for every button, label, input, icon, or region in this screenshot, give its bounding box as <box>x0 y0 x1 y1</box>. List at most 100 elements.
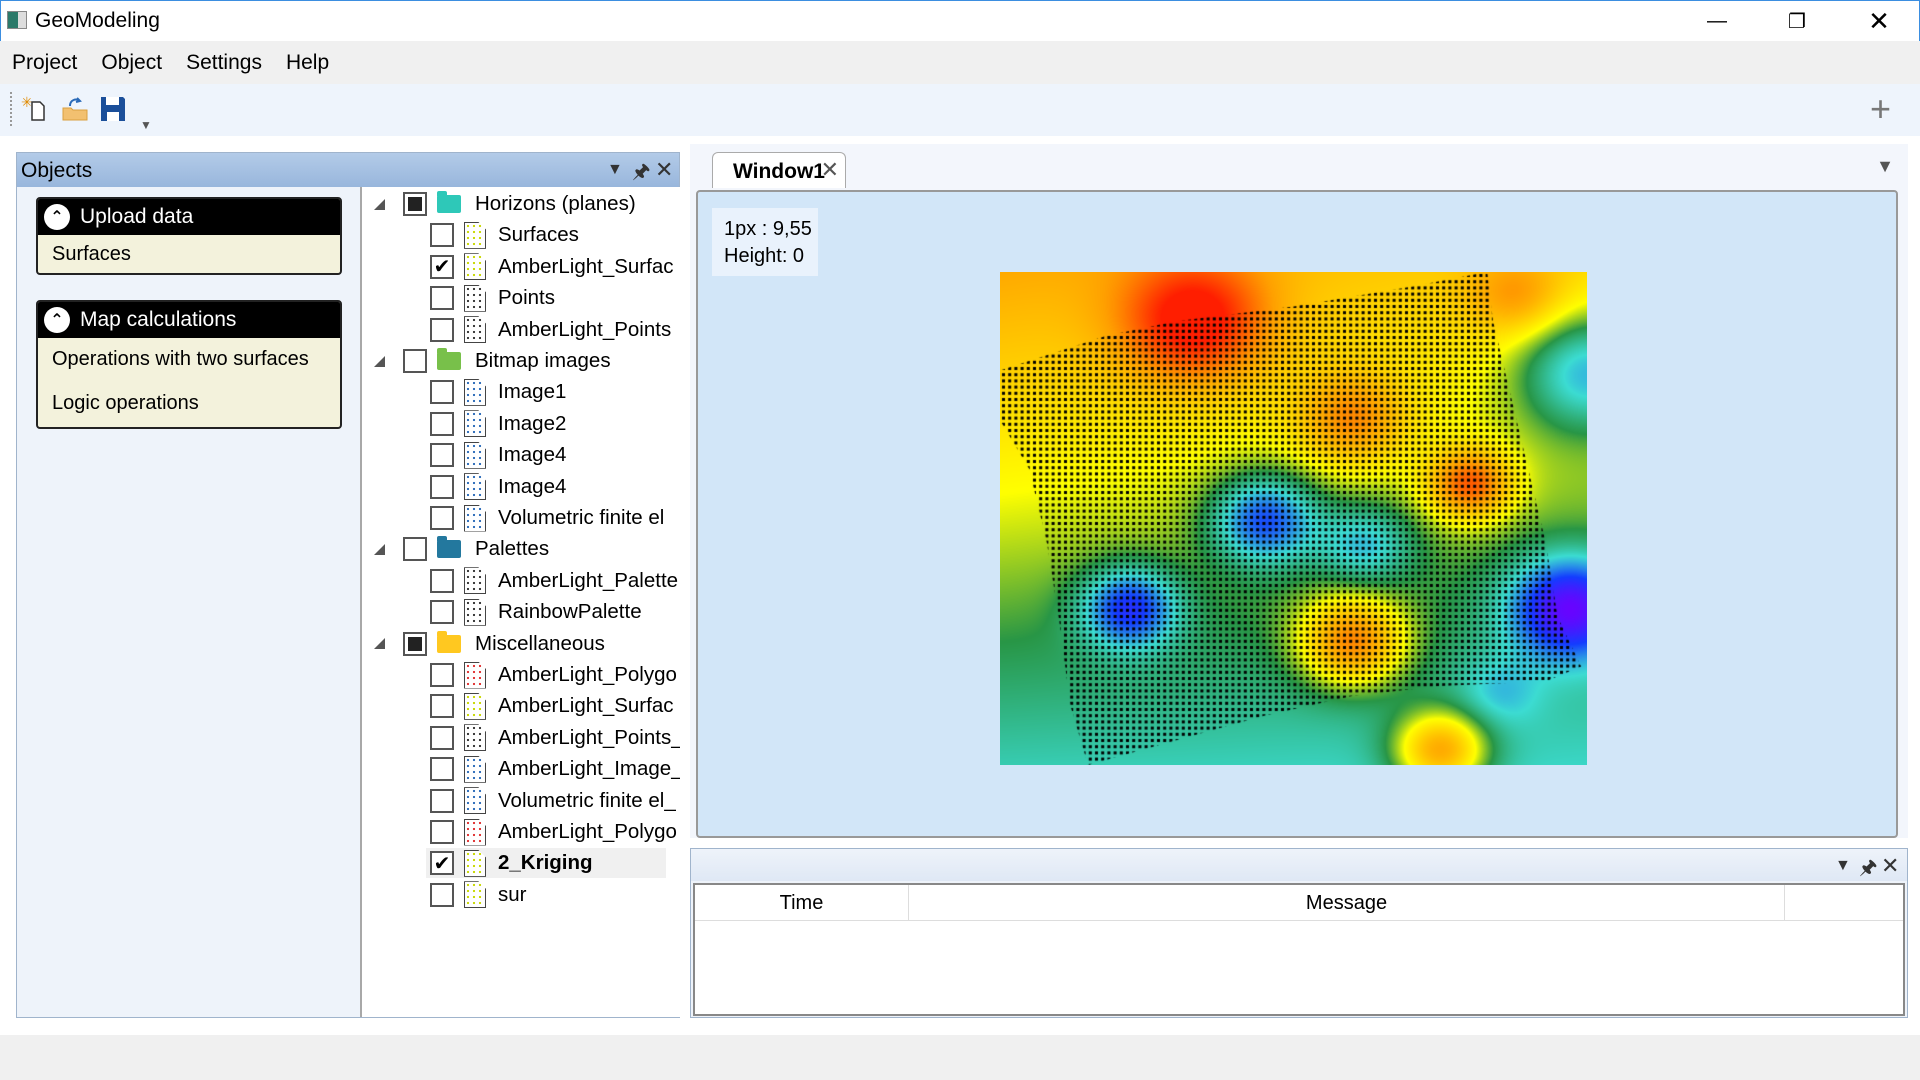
column-header-message[interactable]: Message <box>909 885 1785 921</box>
tree-checkbox[interactable] <box>430 663 454 687</box>
close-button[interactable]: ✕ <box>1839 1 1919 42</box>
tree-checkbox[interactable] <box>403 192 427 216</box>
tree-item[interactable]: AmberLight_Surfac <box>430 691 673 721</box>
expand-arrow-icon[interactable] <box>374 543 385 555</box>
file-icon <box>464 504 486 532</box>
tree-checkbox[interactable] <box>430 223 454 248</box>
tree-item[interactable]: ✔ 2_Kriging <box>426 848 666 879</box>
file-icon <box>464 787 486 815</box>
save-icon[interactable] <box>98 94 128 124</box>
status-bar <box>0 1035 1920 1080</box>
tree-checkbox[interactable] <box>403 537 427 562</box>
tree-group-palettes[interactable]: Palettes <box>374 534 549 564</box>
tab-close-icon[interactable]: ✕ <box>821 157 839 183</box>
tree-item[interactable]: AmberLight_Polygo <box>430 660 677 690</box>
tree-group-horizons-planes-[interactable]: Horizons (planes) <box>374 189 636 219</box>
file-icon <box>464 881 486 909</box>
tree-item[interactable]: Points <box>430 283 555 313</box>
toolbar-overflow-icon[interactable]: ▼ <box>140 118 152 132</box>
expand-arrow-icon[interactable] <box>374 355 385 367</box>
tree-group-miscellaneous[interactable]: Miscellaneous <box>374 629 605 659</box>
tree-checkbox[interactable]: ✔ <box>430 254 454 279</box>
tab-label: Window1 <box>733 160 825 183</box>
tree-item[interactable]: ✔ AmberLight_Surfac <box>430 252 673 282</box>
panel-close-icon[interactable]: ✕ <box>655 157 673 183</box>
tree-item[interactable]: Surfaces <box>430 220 579 250</box>
tree-item-label: AmberLight_Points_ <box>498 725 680 749</box>
tree-item[interactable]: Image4 <box>430 440 566 470</box>
expand-arrow-icon[interactable] <box>374 198 385 210</box>
tree-item[interactable]: AmberLight_Polygo <box>430 817 677 847</box>
file-icon <box>464 410 486 438</box>
accordion-item-surfaces[interactable]: Surfaces <box>38 235 340 273</box>
folder-icon <box>437 630 461 653</box>
tree-item[interactable]: Image4 <box>430 472 566 502</box>
menu-project[interactable]: Project <box>12 51 77 75</box>
panel-close-icon[interactable]: ✕ <box>1881 853 1899 879</box>
tree-item-label: Image1 <box>498 380 567 404</box>
tree-checkbox[interactable] <box>403 631 427 656</box>
tree-group-bitmap-images[interactable]: Bitmap images <box>374 346 611 376</box>
accordion-map-calculations: ⌃ Map calculations Operations with two su… <box>36 300 342 429</box>
pin-icon[interactable]: 🖈 <box>632 157 651 191</box>
minimize-button[interactable]: — <box>1677 1 1757 42</box>
tree-item[interactable]: AmberLight_Points <box>430 315 671 345</box>
accordion-upload-data-header[interactable]: ⌃ Upload data <box>38 199 340 235</box>
tree-checkbox[interactable] <box>430 286 454 311</box>
tree-item[interactable]: Image2 <box>430 409 566 439</box>
title-bar: GeoModeling — ❐ ✕ <box>0 0 1920 41</box>
expand-arrow-icon[interactable] <box>374 638 385 650</box>
tree-checkbox[interactable] <box>430 600 454 625</box>
plus-icon[interactable]: + <box>1870 88 1891 130</box>
tree-checkbox[interactable] <box>430 443 454 468</box>
tab-window1[interactable]: Window1 ✕ <box>712 152 846 188</box>
tree-checkbox[interactable] <box>430 317 454 342</box>
panel-menu-icon[interactable]: ▼ <box>1835 857 1851 875</box>
accordion-upload-data: ⌃ Upload data Surfaces <box>36 197 342 275</box>
tree-checkbox[interactable] <box>430 474 454 499</box>
log-panel: ▼ 🖈 ✕ Time Message <box>690 848 1908 1018</box>
toolbar-grip[interactable] <box>10 92 12 126</box>
tree-item[interactable]: Volumetric finite el <box>430 503 664 533</box>
log-panel-header: ▼ 🖈 ✕ <box>691 849 1907 881</box>
log-table: Time Message <box>693 883 1905 1016</box>
tree-checkbox[interactable] <box>430 506 454 530</box>
tree-checkbox[interactable] <box>403 349 427 373</box>
tree-item-label: Surfaces <box>498 223 579 247</box>
objects-panel-title: Objects <box>21 159 93 182</box>
menu-settings[interactable]: Settings <box>186 51 262 75</box>
tree-checkbox[interactable]: ✔ <box>430 851 454 876</box>
tree-item[interactable]: sur <box>430 880 526 910</box>
tree-checkbox[interactable] <box>430 568 454 593</box>
tree-checkbox[interactable] <box>430 411 454 436</box>
tree-checkbox[interactable] <box>430 788 454 813</box>
tree-item[interactable]: AmberLight_Palette <box>430 566 678 596</box>
accordion-item-operations-two-surfaces[interactable]: Operations with two surfaces <box>38 338 340 378</box>
tree-checkbox[interactable] <box>430 725 454 750</box>
tree-checkbox[interactable] <box>430 757 454 782</box>
tree-item[interactable]: AmberLight_Image_ <box>430 754 680 784</box>
tree-item[interactable]: RainbowPalette <box>430 597 642 627</box>
column-header-time[interactable]: Time <box>695 885 909 921</box>
tab-list-menu-icon[interactable]: ▼ <box>1876 156 1894 177</box>
open-folder-icon[interactable] <box>60 94 90 124</box>
accordion-map-calculations-header[interactable]: ⌃ Map calculations <box>38 302 340 338</box>
pin-icon[interactable]: 🖈 <box>1859 853 1878 887</box>
tree-item-label: Image4 <box>498 443 567 467</box>
restore-button[interactable]: ❐ <box>1757 1 1837 42</box>
tree-item[interactable]: Image1 <box>430 377 566 407</box>
tree-checkbox[interactable] <box>430 380 454 405</box>
menu-help[interactable]: Help <box>286 51 329 75</box>
tree-checkbox[interactable] <box>430 882 454 907</box>
panel-menu-icon[interactable]: ▼ <box>607 161 623 179</box>
tree-checkbox[interactable] <box>430 694 454 719</box>
scale-text: 1px : 9,55 <box>724 218 812 240</box>
menu-object[interactable]: Object <box>101 51 162 75</box>
tree-checkbox[interactable] <box>430 820 454 844</box>
kriging-surface-map[interactable] <box>1000 272 1587 765</box>
tree-item[interactable]: Volumetric finite el_ <box>430 786 676 816</box>
accordion-item-logic-operations[interactable]: Logic operations <box>38 378 340 427</box>
tree-item-label: Points <box>498 286 555 310</box>
tree-item[interactable]: AmberLight_Points_ <box>430 723 680 753</box>
new-file-icon[interactable]: ✳ <box>20 94 50 124</box>
